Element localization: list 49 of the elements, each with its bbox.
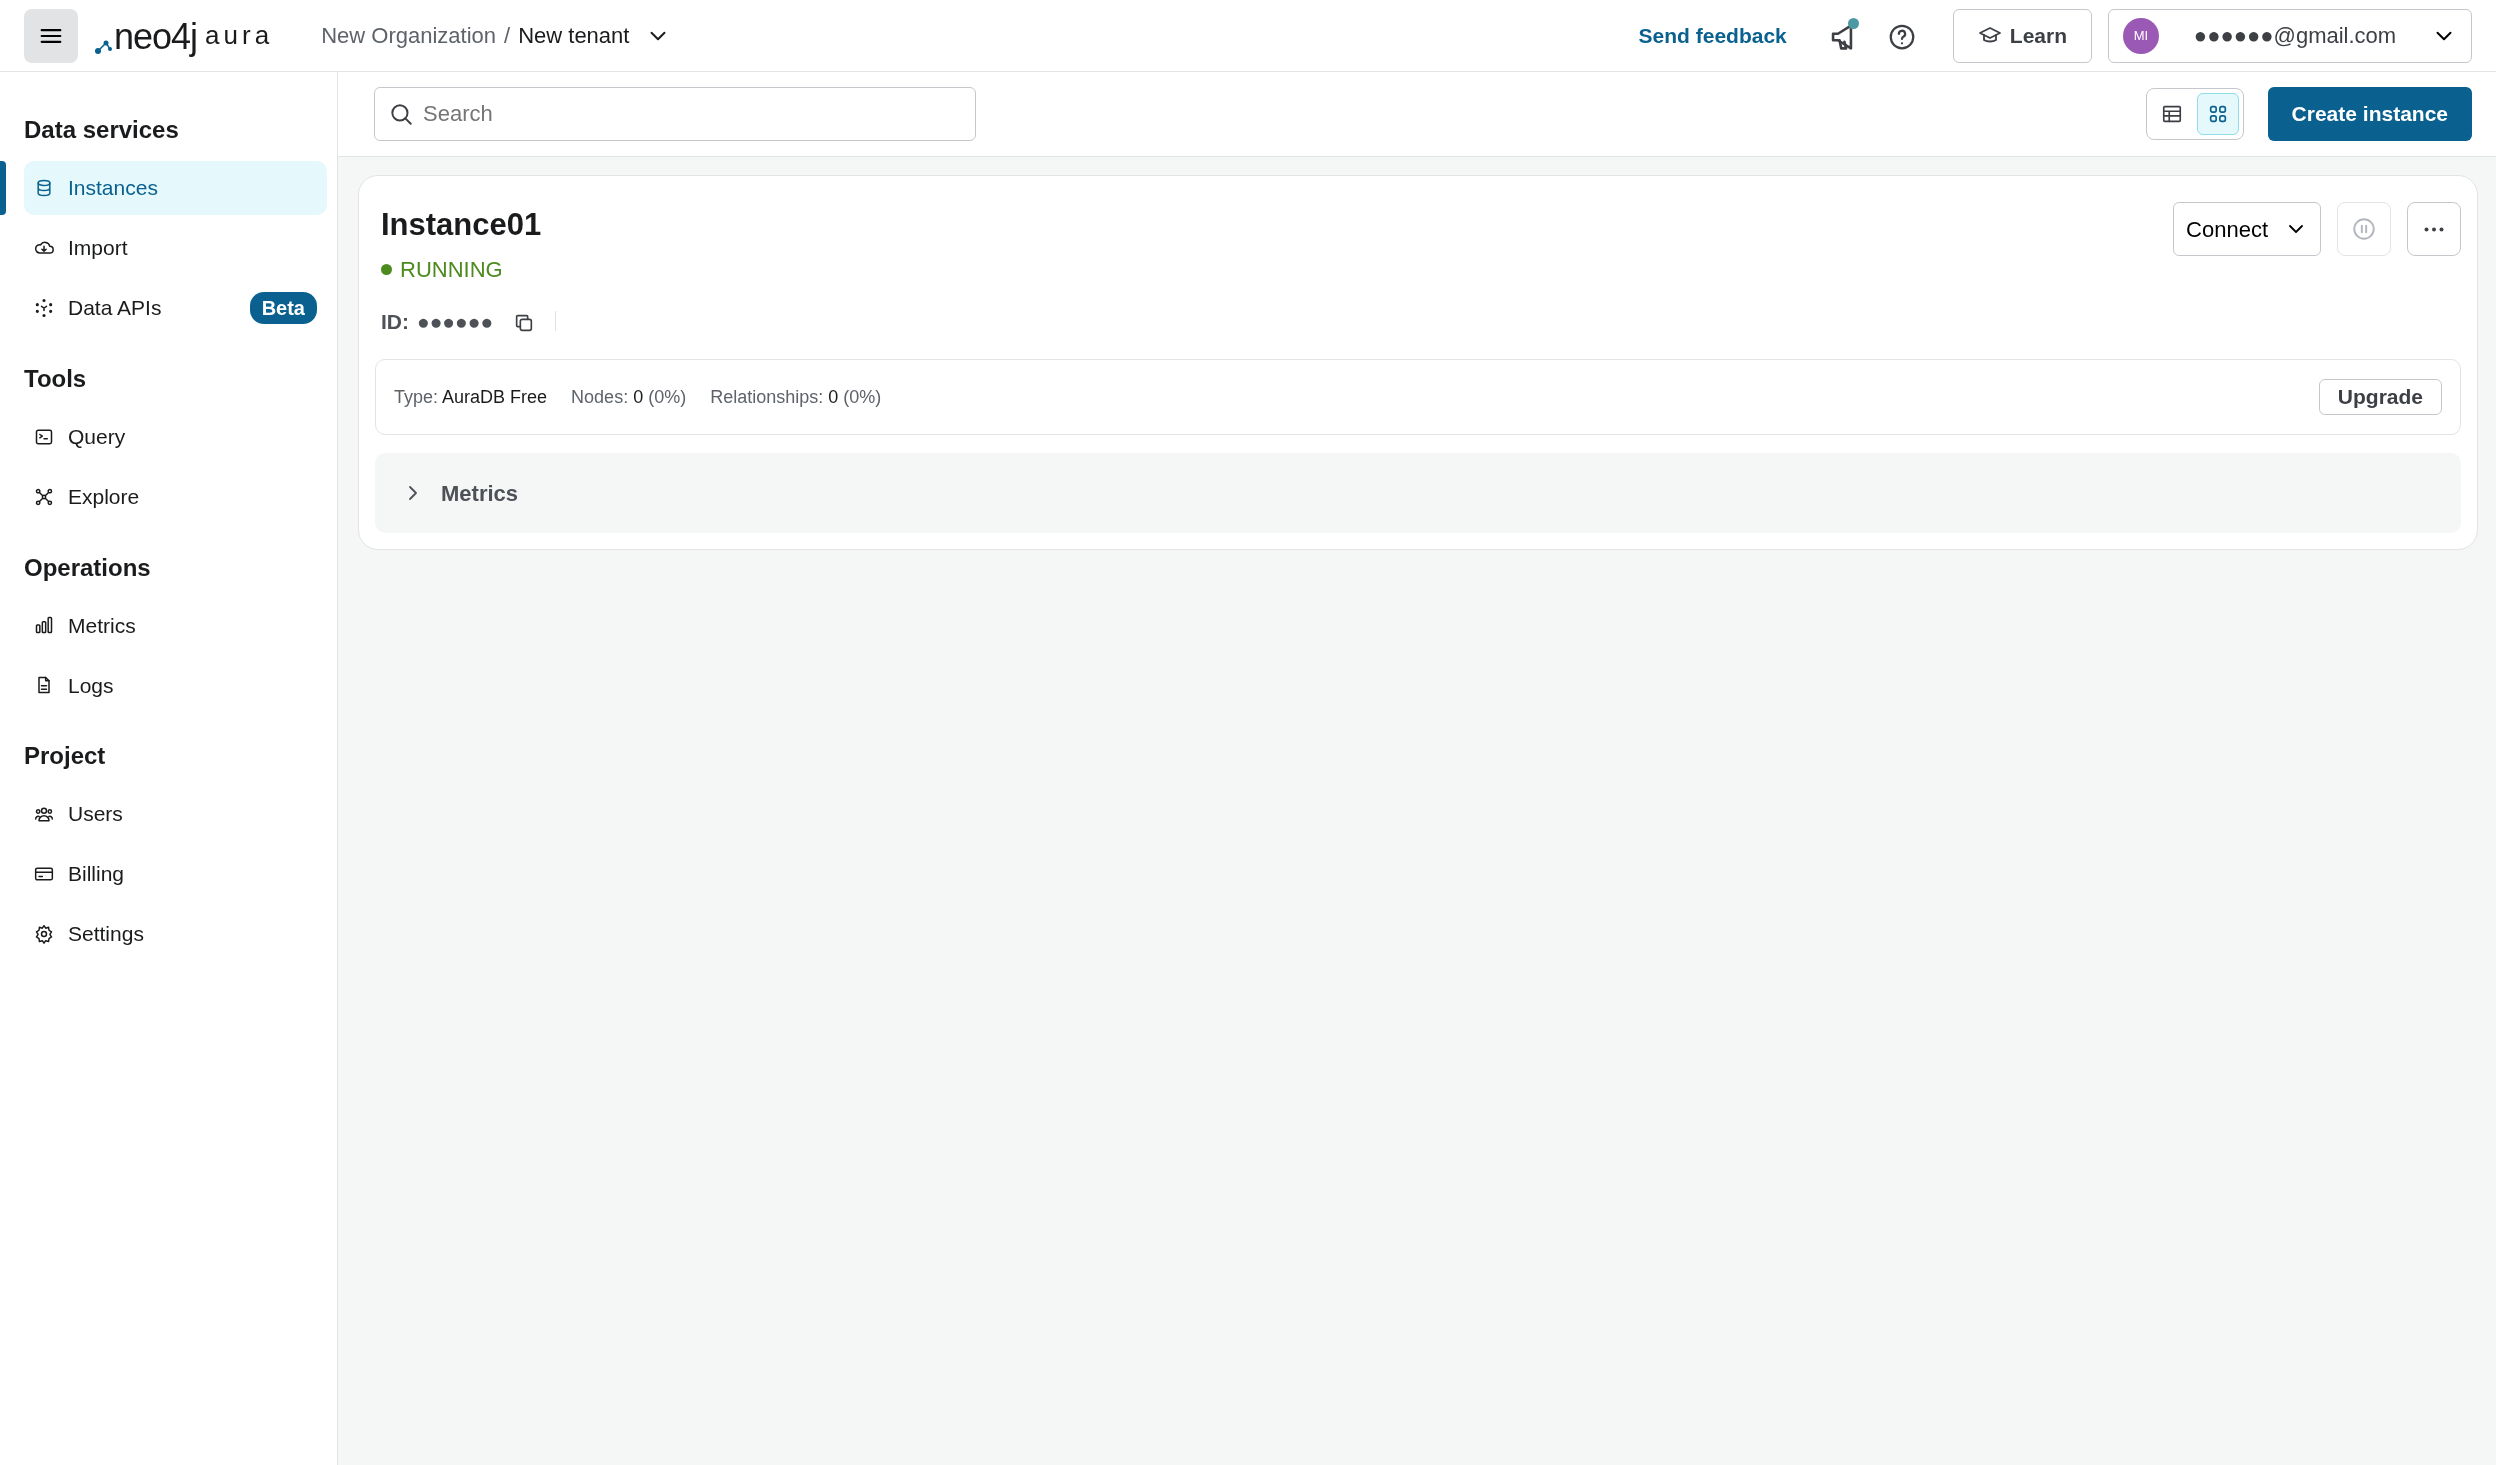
breadcrumb-separator: /	[504, 22, 511, 50]
status-dot	[381, 263, 392, 275]
dotted-cube-icon	[34, 297, 54, 318]
sidebar-heading: Project	[23, 742, 107, 772]
search-icon	[388, 101, 414, 127]
sidebar-item[interactable]: Explore	[24, 469, 327, 524]
view-toggle[interactable]	[2196, 93, 2239, 135]
gear-icon	[34, 924, 54, 945]
logo-wordmark: neo4j	[114, 19, 198, 55]
metrics-expander[interactable]: Metrics	[375, 453, 2461, 533]
sidebar-heading: Data services	[23, 116, 180, 145]
learn-button[interactable]: Learn	[1952, 8, 2092, 63]
table-icon	[2160, 103, 2183, 125]
sidebar-item[interactable]: Settings	[24, 907, 327, 962]
instance-detail: Nodes: 0 (0%)	[571, 385, 687, 409]
sidebar-heading: Tools	[23, 364, 88, 394]
search-field[interactable]: Search	[374, 87, 976, 141]
avatar: MI	[2123, 17, 2159, 54]
graph-nodes-icon	[34, 486, 54, 507]
sidebar-item[interactable]: Query	[24, 409, 327, 464]
sidebar-heading: Operations	[23, 553, 152, 583]
pause-icon	[2351, 216, 2377, 242]
sidebar-item[interactable]: Logs	[24, 658, 327, 713]
upgrade-button[interactable]: Upgrade	[2318, 379, 2442, 415]
sidebar-item[interactable]: Users	[24, 787, 327, 842]
account-menu[interactable]: MI ●●●●●●@gmail.com	[2108, 8, 2472, 63]
instance-id: ●●●●●●	[417, 308, 494, 335]
account-email: ●●●●●●@gmail.com	[2193, 22, 2397, 50]
bar-chart-icon	[34, 615, 54, 636]
sidebar-item[interactable]: Data APIs Beta	[24, 280, 327, 335]
instance-detail: Type: AuraDB Free	[394, 385, 548, 409]
database-icon	[34, 177, 54, 198]
beta-badge: Beta	[249, 291, 317, 324]
logo-product-name: aura	[205, 19, 274, 52]
sidebar-item[interactable]: Billing	[24, 847, 327, 902]
active-indicator	[0, 160, 6, 215]
instance-name: Instance01	[381, 206, 543, 244]
status-text: RUNNING	[400, 255, 503, 284]
id-label: ID:	[381, 308, 409, 335]
sidebar-item[interactable]: Metrics	[24, 598, 327, 653]
sidebar-item[interactable]: Import	[24, 220, 327, 275]
breadcrumb-link[interactable]: New Organization	[321, 19, 496, 52]
create-instance-button[interactable]: Create instance	[2267, 87, 2472, 141]
instance-detail: Relationships: 0 (0%)	[710, 385, 882, 409]
breadcrumb-link[interactable]: New tenant	[518, 19, 672, 52]
send-feedback-link[interactable]: Send feedback	[1632, 18, 1793, 53]
more-icon	[2424, 226, 2444, 232]
menu-button[interactable]	[24, 8, 78, 63]
connect-dropdown[interactable]: Connect	[2173, 202, 2321, 256]
